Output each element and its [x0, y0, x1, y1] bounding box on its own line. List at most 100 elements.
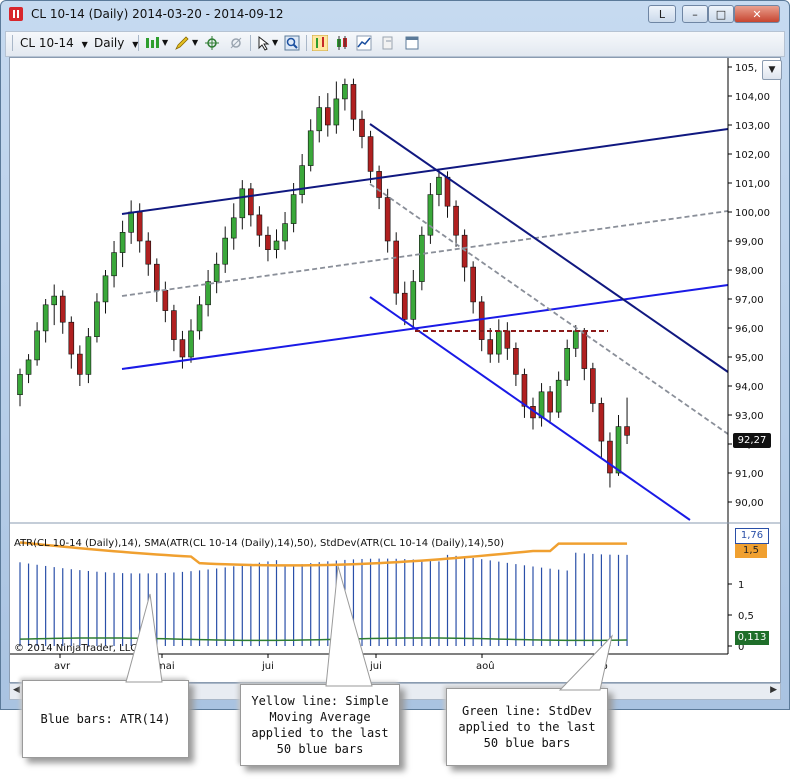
chart-window: CL 10-14 (Daily) 2014-03-20 - 2014-09-12… [0, 0, 790, 710]
close-button[interactable]: ✕ [734, 5, 780, 23]
chevron-down-icon[interactable]: ▼ [192, 34, 198, 52]
candle-body [145, 240, 152, 265]
crosshair-icon[interactable] [204, 35, 220, 51]
price-tick-label: 90,00 [735, 498, 764, 509]
link-icon[interactable] [228, 35, 244, 51]
bar-style-icon[interactable] [312, 35, 328, 51]
channel-bottom-line [121, 284, 729, 370]
candle-body [17, 374, 23, 395]
candle-body [564, 347, 571, 381]
price-chart[interactable]: 105, 104,00 103,00 102,00 101,00 100,00 99,00 9… [10, 58, 780, 682]
candle-body [256, 214, 263, 236]
candle-body [453, 205, 459, 236]
candle-body [521, 374, 528, 407]
candle-body [162, 290, 169, 311]
toolbar-separator [306, 35, 307, 51]
stddev-value-badge: 0,113 [735, 631, 769, 645]
candle-body [316, 107, 323, 132]
link-l-button[interactable]: L [648, 5, 676, 23]
candle-body [427, 194, 434, 236]
title-bar[interactable]: CL 10-14 (Daily) 2014-03-20 - 2014-09-12… [1, 1, 789, 29]
scroll-right-icon[interactable]: ▶ [770, 685, 777, 695]
candle-body [248, 188, 254, 216]
instrument-label: CL 10-14 [20, 36, 74, 50]
chart-panel[interactable]: 105, 104,00 103,00 102,00 101,00 100,00 99,00 9… [9, 57, 782, 683]
candle-body [94, 301, 100, 337]
scroll-left-icon[interactable]: ◀ [13, 685, 20, 695]
price-tick-label: 97,00 [735, 295, 764, 306]
candle-body [513, 347, 519, 375]
candle-body [42, 304, 49, 332]
candle-body [290, 194, 297, 224]
chevron-down-icon: ▼ [768, 65, 776, 75]
candle-body [555, 379, 562, 413]
candle-body [598, 403, 605, 442]
toolbar-separator [250, 35, 251, 51]
candle-body [470, 266, 476, 303]
properties-icon[interactable] [404, 35, 420, 51]
candle-body [342, 84, 348, 100]
candle-body [444, 176, 451, 207]
drawing-pencil-icon[interactable] [174, 35, 190, 51]
chart-toolbar: CL 10-14 ▼ Daily ▼ ▼ ▼ ▼ [5, 31, 785, 57]
candle-body [154, 263, 160, 291]
chevron-down-icon[interactable]: ▼ [162, 34, 168, 52]
callout-green-text: Green line: StdDev applied to the last 5… [458, 704, 596, 750]
period-label: Daily [94, 36, 125, 50]
price-tick-label: 105, [735, 63, 757, 74]
stddev-line [19, 637, 628, 642]
candle-body [239, 188, 246, 219]
pointer-icon[interactable] [256, 35, 272, 51]
chevron-down-icon: ▼ [81, 40, 88, 49]
candle-body [581, 330, 588, 369]
candle-body [171, 310, 177, 340]
candle-body [179, 339, 186, 358]
maximize-button[interactable]: □ [708, 5, 734, 23]
price-tick-label: 98,00 [735, 266, 764, 277]
callout-yellow-line: Yellow line: Simple Moving Average appli… [240, 684, 400, 766]
candle-body [196, 304, 203, 332]
candle-body [615, 426, 622, 474]
time-axis-label: sep [590, 661, 608, 672]
line-style-icon[interactable] [356, 35, 372, 51]
zoom-icon[interactable] [284, 35, 300, 51]
candle-body [590, 368, 596, 404]
candle-body [393, 240, 400, 294]
channel-top-line [121, 128, 729, 215]
candle-body [367, 136, 374, 172]
candle-body [333, 98, 340, 126]
candle-body [350, 84, 357, 120]
scroll-down-button[interactable]: ▼ [762, 60, 782, 80]
copy-icon[interactable] [380, 35, 396, 51]
candle-style-icon[interactable] [334, 35, 350, 51]
candle-body [128, 211, 134, 233]
toolbar-separator [138, 35, 139, 51]
candle-body [282, 223, 288, 242]
indicator-tick-label: 0,5 [738, 611, 754, 622]
candle-body [538, 391, 545, 419]
candle-body [504, 330, 511, 349]
time-axis-label: mai [156, 661, 175, 672]
candle-body [136, 211, 143, 242]
candle-body [419, 234, 425, 282]
candle-body [213, 263, 220, 282]
indicator-label: ATR(CL 10-14 (Daily),14), SMA(ATR(CL 10-… [14, 538, 504, 549]
time-axis-label: aoû [476, 660, 495, 672]
chart-style-icon[interactable] [144, 35, 160, 51]
candle-body [307, 130, 314, 166]
period-selector[interactable]: Daily ▼ [94, 34, 138, 52]
chevron-down-icon[interactable]: ▼ [272, 34, 278, 52]
candle-body [34, 330, 40, 361]
candle-body [265, 234, 271, 250]
minimize-button[interactable]: – [682, 5, 708, 23]
price-tick-label: 101,00 [735, 179, 770, 190]
candle-body [359, 118, 365, 137]
candle-body [119, 232, 126, 253]
candle-body [547, 391, 553, 413]
candle-body [384, 197, 391, 242]
time-axis-label: jui [261, 661, 274, 672]
copyright-text: © 2014 NinjaTrader, LLC [14, 643, 137, 654]
instrument-selector[interactable]: CL 10-14 ▼ [20, 34, 88, 52]
candle-body [85, 336, 92, 375]
price-tick-label: 104,00 [735, 92, 770, 103]
